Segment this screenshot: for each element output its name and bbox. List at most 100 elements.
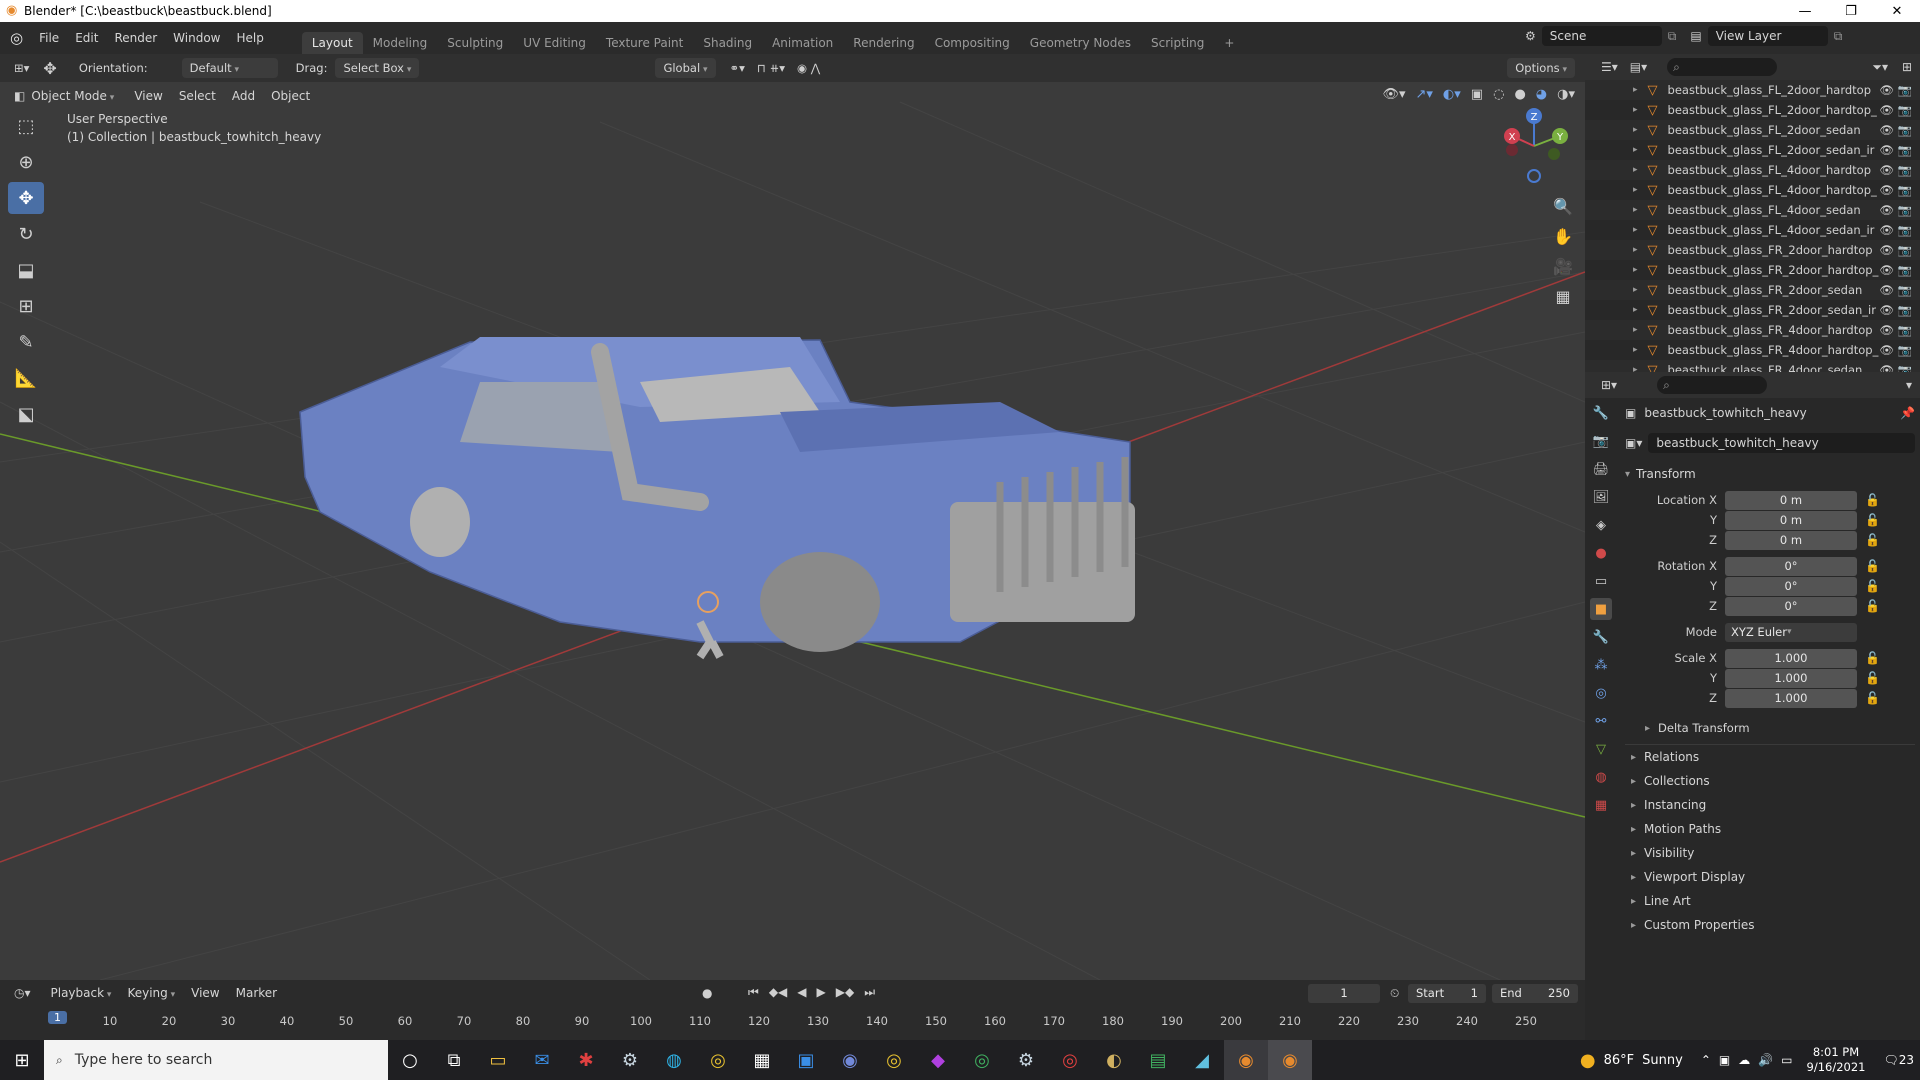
render-visibility-icon[interactable]: 📷	[1898, 163, 1912, 177]
measure-tool-icon[interactable]: 📐	[8, 362, 44, 394]
edge-icon[interactable]: ◍	[652, 1040, 696, 1080]
render-tab-icon[interactable]: 📷	[1590, 430, 1612, 452]
pivot-icon[interactable]: ⚭▾	[730, 61, 745, 75]
steam-icon[interactable]: ⚙	[608, 1040, 652, 1080]
eye-visibility-icon[interactable]: 👁	[1879, 223, 1894, 237]
render-visibility-icon[interactable]: 📷	[1898, 303, 1912, 317]
network-icon[interactable]: ▣	[1719, 1053, 1730, 1067]
lock-icon[interactable]: 🔓	[1865, 533, 1880, 547]
constraints-tab-icon[interactable]: ⚯	[1590, 710, 1612, 732]
render-visibility-icon[interactable]: 📷	[1898, 203, 1912, 217]
outliner-item[interactable]: ▸ ▽ beastbuck_glass_FR_4door_hardtop 👁 📷	[1585, 320, 1920, 340]
lock-icon[interactable]: 🔓	[1865, 599, 1880, 613]
proportional-edit-icon[interactable]: ◉ ⋀	[797, 61, 820, 75]
solid-shading-icon[interactable]: ●	[1514, 87, 1525, 102]
texture-tab-icon[interactable]: ▦	[1590, 794, 1612, 816]
render-visibility-icon[interactable]: 📷	[1898, 323, 1912, 337]
drag-select[interactable]: Select Box	[335, 58, 420, 78]
camera-view-icon[interactable]: 🎥	[1549, 252, 1577, 280]
render-visibility-icon[interactable]: 📷	[1898, 103, 1912, 117]
render-visibility-icon[interactable]: 📷	[1898, 143, 1912, 157]
frame-ruler[interactable]: 1 10 20 30 40 50 60 70 80 90 100 110 120 130 140 150 16…	[0, 980, 1585, 1040]
eye-visibility-icon[interactable]: 👁	[1879, 143, 1894, 157]
eye-visibility-icon[interactable]: 👁	[1879, 243, 1894, 257]
expand-icon[interactable]: ▸	[1633, 345, 1638, 355]
app-icon-2[interactable]: ◆	[916, 1040, 960, 1080]
mode-select[interactable]: Object Mode	[31, 89, 114, 103]
close-button[interactable]: ✕	[1874, 0, 1920, 22]
file-explorer-icon[interactable]: ▭	[476, 1040, 520, 1080]
volume-icon[interactable]: 🔊	[1758, 1053, 1773, 1067]
render-visibility-icon[interactable]: 📷	[1898, 283, 1912, 297]
perspective-grid-icon[interactable]: ▦	[1549, 282, 1577, 310]
render-visibility-icon[interactable]: 📷	[1898, 83, 1912, 97]
expand-icon[interactable]: ▸	[1633, 285, 1638, 295]
menu-render[interactable]: Render	[106, 31, 165, 45]
eye-visibility-icon[interactable]: 👁	[1879, 203, 1894, 217]
outliner-item[interactable]: ▸ ▽ beastbuck_glass_FR_4door_hardtop_ 👁 📷	[1585, 340, 1920, 360]
render-visibility-icon[interactable]: 📷	[1898, 363, 1912, 372]
view-layer-field[interactable]: View Layer	[1707, 26, 1828, 46]
outliner-item[interactable]: ▸ ▽ beastbuck_glass_FL_2door_hardtop 👁 📷	[1585, 80, 1920, 100]
scene-tab-icon[interactable]: ◈	[1590, 514, 1612, 536]
expand-icon[interactable]: ▸	[1633, 205, 1638, 215]
menu-edit[interactable]: Edit	[67, 31, 106, 45]
discord-icon[interactable]: ◉	[828, 1040, 872, 1080]
instancing-section[interactable]: Instancing	[1625, 793, 1915, 817]
tab-uv-editing[interactable]: UV Editing	[513, 32, 596, 54]
tab-scripting[interactable]: Scripting	[1141, 32, 1214, 54]
collection-tab-icon[interactable]: ▭	[1590, 570, 1612, 592]
eye-visibility-icon[interactable]: 👁	[1879, 123, 1894, 137]
outliner-item[interactable]: ▸ ▽ beastbuck_glass_FR_4door_sedan 👁 📷	[1585, 360, 1920, 372]
maximize-button[interactable]: ❐	[1828, 0, 1874, 22]
tab-animation[interactable]: Animation	[762, 32, 843, 54]
menu-window[interactable]: Window	[165, 31, 228, 45]
sheets-icon[interactable]: ▤	[1136, 1040, 1180, 1080]
zoom-icon[interactable]: 🔍	[1549, 192, 1577, 220]
expand-icon[interactable]: ▸	[1633, 325, 1638, 335]
object-name-field[interactable]: beastbuck_towhitch_heavy	[1648, 433, 1915, 453]
expand-icon[interactable]: ▸	[1633, 365, 1638, 372]
custom-properties-section[interactable]: Custom Properties	[1625, 913, 1915, 937]
transform-orientation-select[interactable]: Global	[655, 58, 716, 78]
new-scene-icon[interactable]: ⧉	[1668, 29, 1677, 44]
lock-icon[interactable]: 🔓	[1865, 513, 1880, 527]
tab-sculpting[interactable]: Sculpting	[437, 32, 513, 54]
orientation-select[interactable]: Default	[181, 58, 278, 78]
delta-transform-section[interactable]: Delta Transform	[1625, 716, 1915, 740]
outliner-item[interactable]: ▸ ▽ beastbuck_glass_FR_2door_sedan 👁 📷	[1585, 280, 1920, 300]
tray-chevron-icon[interactable]: ⌃	[1701, 1053, 1711, 1067]
outliner-item[interactable]: ▸ ▽ beastbuck_glass_FL_4door_hardtop 👁 📷	[1585, 160, 1920, 180]
outliner-item[interactable]: ▸ ▽ beastbuck_glass_FL_2door_sedan_ir 👁 📷	[1585, 140, 1920, 160]
cloud-icon[interactable]: ☁	[1738, 1053, 1750, 1067]
location-y-field[interactable]: 0 m	[1725, 510, 1857, 530]
location-x-field[interactable]: 0 m	[1725, 490, 1857, 510]
expand-icon[interactable]: ▸	[1633, 265, 1638, 275]
properties-search-input[interactable]: ⌕	[1657, 376, 1768, 394]
world-tab-icon[interactable]: ●	[1590, 542, 1612, 564]
blender-taskbar-icon-2[interactable]: ◉	[1268, 1040, 1312, 1080]
expand-icon[interactable]: ▸	[1633, 165, 1638, 175]
eye-visibility-icon[interactable]: 👁	[1879, 323, 1894, 337]
new-collection-icon[interactable]: ⊞	[1902, 60, 1912, 74]
scale-z-field[interactable]: 1.000	[1725, 688, 1857, 708]
outliner-item[interactable]: ▸ ▽ beastbuck_glass_FR_2door_sedan_ir 👁 📷	[1585, 300, 1920, 320]
task-view-icon[interactable]: ⧉	[432, 1040, 476, 1080]
eye-visibility-icon[interactable]: 👁	[1879, 343, 1894, 357]
taskbar-search-input[interactable]: ⌕ Type here to search	[44, 1040, 388, 1080]
menu-file[interactable]: File	[31, 31, 67, 45]
blender-menu-icon[interactable]: ◎	[10, 29, 23, 47]
expand-icon[interactable]: ▸	[1633, 185, 1638, 195]
editor-type-icon[interactable]: ⊞▾	[14, 61, 29, 75]
output-tab-icon[interactable]: 🖨	[1590, 458, 1612, 480]
eye-visibility-icon[interactable]: 👁	[1879, 303, 1894, 317]
viewport-menu-view[interactable]: View	[126, 89, 170, 103]
expand-icon[interactable]: ▸	[1633, 305, 1638, 315]
display-mode-icon[interactable]: ▤▾	[1630, 60, 1647, 74]
line-art-section[interactable]: Line Art	[1625, 889, 1915, 913]
scale-x-field[interactable]: 1.000	[1725, 648, 1857, 668]
eye-visibility-icon[interactable]: 👁	[1879, 163, 1894, 177]
menu-help[interactable]: Help	[229, 31, 272, 45]
photos-icon[interactable]: ▣	[784, 1040, 828, 1080]
tab-texture-paint[interactable]: Texture Paint	[596, 32, 693, 54]
